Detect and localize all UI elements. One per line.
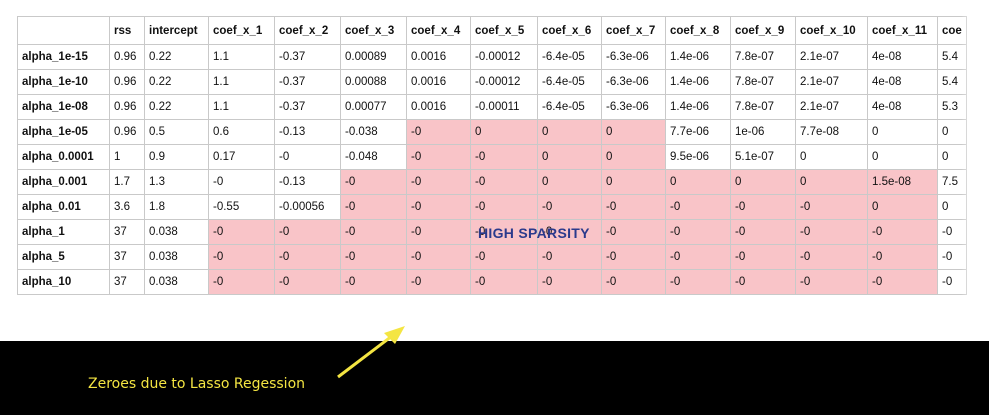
arrow-icon bbox=[337, 326, 405, 379]
annotation-caption: Zeroes due to Lasso Regession bbox=[88, 376, 306, 392]
